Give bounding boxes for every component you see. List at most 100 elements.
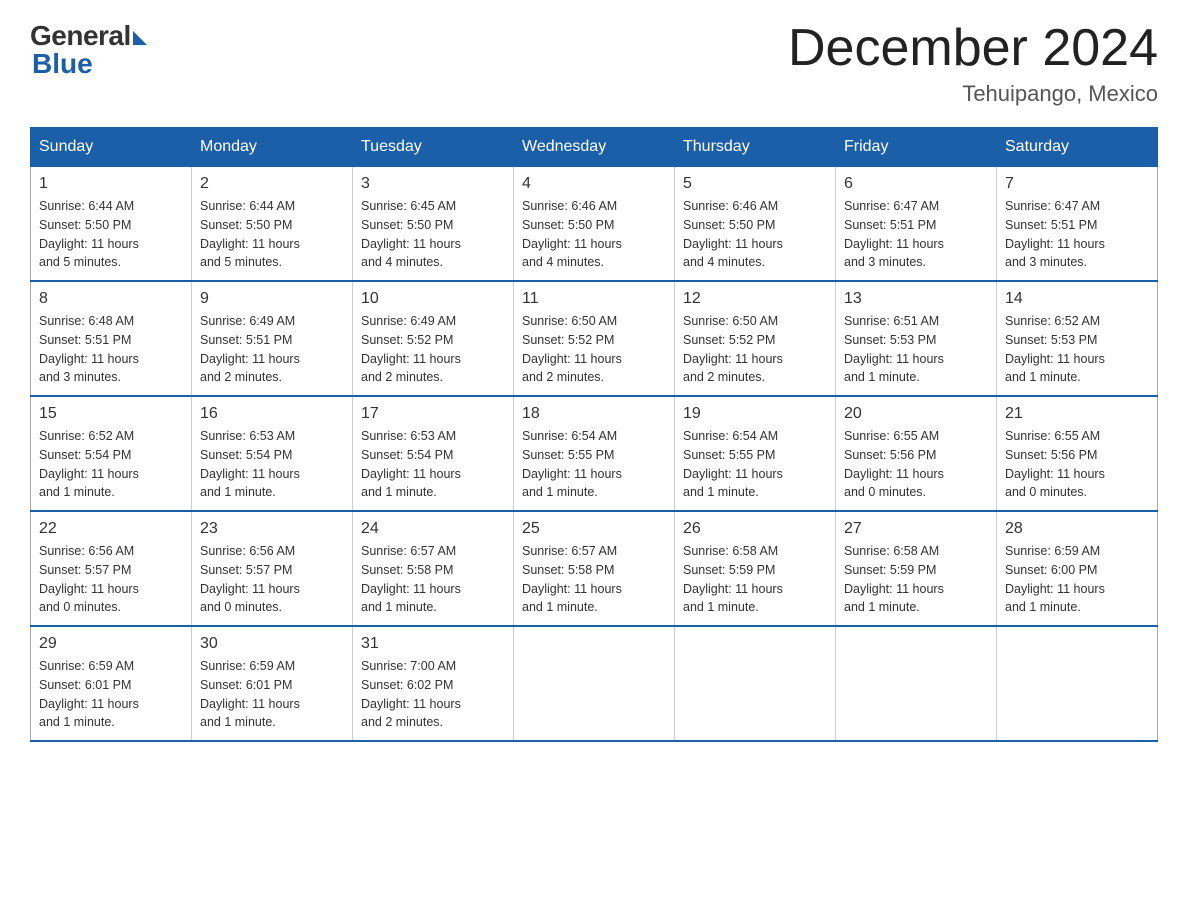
day-cell-11: 11 Sunrise: 6:50 AMSunset: 5:52 PMDaylig…: [514, 281, 675, 396]
day-cell-6: 6 Sunrise: 6:47 AMSunset: 5:51 PMDayligh…: [836, 167, 997, 282]
day-info: Sunrise: 6:53 AMSunset: 5:54 PMDaylight:…: [361, 427, 505, 502]
day-number: 27: [844, 520, 988, 538]
empty-cell: [836, 626, 997, 741]
day-number: 5: [683, 175, 827, 193]
empty-cell: [514, 626, 675, 741]
month-title: December 2024: [788, 20, 1158, 77]
day-info: Sunrise: 6:56 AMSunset: 5:57 PMDaylight:…: [39, 542, 183, 617]
header-sunday: Sunday: [31, 128, 192, 167]
day-info: Sunrise: 6:57 AMSunset: 5:58 PMDaylight:…: [361, 542, 505, 617]
day-info: Sunrise: 6:55 AMSunset: 5:56 PMDaylight:…: [844, 427, 988, 502]
day-cell-18: 18 Sunrise: 6:54 AMSunset: 5:55 PMDaylig…: [514, 396, 675, 511]
day-number: 31: [361, 635, 505, 653]
day-number: 21: [1005, 405, 1149, 423]
day-info: Sunrise: 6:46 AMSunset: 5:50 PMDaylight:…: [522, 197, 666, 272]
day-number: 8: [39, 290, 183, 308]
day-number: 15: [39, 405, 183, 423]
day-cell-23: 23 Sunrise: 6:56 AMSunset: 5:57 PMDaylig…: [192, 511, 353, 626]
day-number: 17: [361, 405, 505, 423]
day-number: 3: [361, 175, 505, 193]
day-number: 14: [1005, 290, 1149, 308]
day-number: 23: [200, 520, 344, 538]
day-info: Sunrise: 6:54 AMSunset: 5:55 PMDaylight:…: [522, 427, 666, 502]
day-info: Sunrise: 6:59 AMSunset: 6:01 PMDaylight:…: [39, 657, 183, 732]
day-info: Sunrise: 6:58 AMSunset: 5:59 PMDaylight:…: [683, 542, 827, 617]
day-number: 4: [522, 175, 666, 193]
day-cell-28: 28 Sunrise: 6:59 AMSunset: 6:00 PMDaylig…: [997, 511, 1158, 626]
calendar-header-row: SundayMondayTuesdayWednesdayThursdayFrid…: [31, 128, 1158, 167]
week-row-4: 22 Sunrise: 6:56 AMSunset: 5:57 PMDaylig…: [31, 511, 1158, 626]
day-number: 9: [200, 290, 344, 308]
day-info: Sunrise: 6:58 AMSunset: 5:59 PMDaylight:…: [844, 542, 988, 617]
day-number: 11: [522, 290, 666, 308]
day-number: 16: [200, 405, 344, 423]
day-info: Sunrise: 6:52 AMSunset: 5:54 PMDaylight:…: [39, 427, 183, 502]
logo: General Blue: [30, 20, 147, 80]
day-info: Sunrise: 6:54 AMSunset: 5:55 PMDaylight:…: [683, 427, 827, 502]
day-info: Sunrise: 6:50 AMSunset: 5:52 PMDaylight:…: [522, 312, 666, 387]
day-info: Sunrise: 6:47 AMSunset: 5:51 PMDaylight:…: [1005, 197, 1149, 272]
day-cell-19: 19 Sunrise: 6:54 AMSunset: 5:55 PMDaylig…: [675, 396, 836, 511]
day-cell-16: 16 Sunrise: 6:53 AMSunset: 5:54 PMDaylig…: [192, 396, 353, 511]
day-info: Sunrise: 6:53 AMSunset: 5:54 PMDaylight:…: [200, 427, 344, 502]
empty-cell: [675, 626, 836, 741]
day-info: Sunrise: 7:00 AMSunset: 6:02 PMDaylight:…: [361, 657, 505, 732]
week-row-3: 15 Sunrise: 6:52 AMSunset: 5:54 PMDaylig…: [31, 396, 1158, 511]
day-number: 7: [1005, 175, 1149, 193]
day-cell-20: 20 Sunrise: 6:55 AMSunset: 5:56 PMDaylig…: [836, 396, 997, 511]
logo-blue-text: Blue: [30, 48, 93, 80]
header-tuesday: Tuesday: [353, 128, 514, 167]
location: Tehuipango, Mexico: [788, 81, 1158, 107]
empty-cell: [997, 626, 1158, 741]
day-cell-4: 4 Sunrise: 6:46 AMSunset: 5:50 PMDayligh…: [514, 167, 675, 282]
day-cell-8: 8 Sunrise: 6:48 AMSunset: 5:51 PMDayligh…: [31, 281, 192, 396]
day-cell-29: 29 Sunrise: 6:59 AMSunset: 6:01 PMDaylig…: [31, 626, 192, 741]
header-monday: Monday: [192, 128, 353, 167]
day-info: Sunrise: 6:50 AMSunset: 5:52 PMDaylight:…: [683, 312, 827, 387]
day-number: 24: [361, 520, 505, 538]
page-header: General Blue December 2024 Tehuipango, M…: [30, 20, 1158, 107]
day-cell-10: 10 Sunrise: 6:49 AMSunset: 5:52 PMDaylig…: [353, 281, 514, 396]
day-info: Sunrise: 6:55 AMSunset: 5:56 PMDaylight:…: [1005, 427, 1149, 502]
header-friday: Friday: [836, 128, 997, 167]
day-cell-31: 31 Sunrise: 7:00 AMSunset: 6:02 PMDaylig…: [353, 626, 514, 741]
day-number: 12: [683, 290, 827, 308]
day-cell-22: 22 Sunrise: 6:56 AMSunset: 5:57 PMDaylig…: [31, 511, 192, 626]
calendar-table: SundayMondayTuesdayWednesdayThursdayFrid…: [30, 127, 1158, 742]
title-area: December 2024 Tehuipango, Mexico: [788, 20, 1158, 107]
day-info: Sunrise: 6:57 AMSunset: 5:58 PMDaylight:…: [522, 542, 666, 617]
day-cell-12: 12 Sunrise: 6:50 AMSunset: 5:52 PMDaylig…: [675, 281, 836, 396]
week-row-5: 29 Sunrise: 6:59 AMSunset: 6:01 PMDaylig…: [31, 626, 1158, 741]
day-info: Sunrise: 6:59 AMSunset: 6:00 PMDaylight:…: [1005, 542, 1149, 617]
day-cell-14: 14 Sunrise: 6:52 AMSunset: 5:53 PMDaylig…: [997, 281, 1158, 396]
day-info: Sunrise: 6:46 AMSunset: 5:50 PMDaylight:…: [683, 197, 827, 272]
day-info: Sunrise: 6:47 AMSunset: 5:51 PMDaylight:…: [844, 197, 988, 272]
day-cell-21: 21 Sunrise: 6:55 AMSunset: 5:56 PMDaylig…: [997, 396, 1158, 511]
day-cell-5: 5 Sunrise: 6:46 AMSunset: 5:50 PMDayligh…: [675, 167, 836, 282]
day-number: 20: [844, 405, 988, 423]
week-row-1: 1 Sunrise: 6:44 AMSunset: 5:50 PMDayligh…: [31, 167, 1158, 282]
day-number: 19: [683, 405, 827, 423]
header-wednesday: Wednesday: [514, 128, 675, 167]
day-info: Sunrise: 6:44 AMSunset: 5:50 PMDaylight:…: [39, 197, 183, 272]
day-number: 29: [39, 635, 183, 653]
day-info: Sunrise: 6:56 AMSunset: 5:57 PMDaylight:…: [200, 542, 344, 617]
day-info: Sunrise: 6:48 AMSunset: 5:51 PMDaylight:…: [39, 312, 183, 387]
day-cell-30: 30 Sunrise: 6:59 AMSunset: 6:01 PMDaylig…: [192, 626, 353, 741]
day-cell-17: 17 Sunrise: 6:53 AMSunset: 5:54 PMDaylig…: [353, 396, 514, 511]
day-cell-9: 9 Sunrise: 6:49 AMSunset: 5:51 PMDayligh…: [192, 281, 353, 396]
day-info: Sunrise: 6:49 AMSunset: 5:51 PMDaylight:…: [200, 312, 344, 387]
day-cell-2: 2 Sunrise: 6:44 AMSunset: 5:50 PMDayligh…: [192, 167, 353, 282]
day-number: 25: [522, 520, 666, 538]
day-cell-13: 13 Sunrise: 6:51 AMSunset: 5:53 PMDaylig…: [836, 281, 997, 396]
day-info: Sunrise: 6:51 AMSunset: 5:53 PMDaylight:…: [844, 312, 988, 387]
day-number: 2: [200, 175, 344, 193]
day-number: 10: [361, 290, 505, 308]
day-number: 18: [522, 405, 666, 423]
day-number: 13: [844, 290, 988, 308]
day-cell-1: 1 Sunrise: 6:44 AMSunset: 5:50 PMDayligh…: [31, 167, 192, 282]
header-saturday: Saturday: [997, 128, 1158, 167]
day-info: Sunrise: 6:59 AMSunset: 6:01 PMDaylight:…: [200, 657, 344, 732]
day-cell-15: 15 Sunrise: 6:52 AMSunset: 5:54 PMDaylig…: [31, 396, 192, 511]
week-row-2: 8 Sunrise: 6:48 AMSunset: 5:51 PMDayligh…: [31, 281, 1158, 396]
